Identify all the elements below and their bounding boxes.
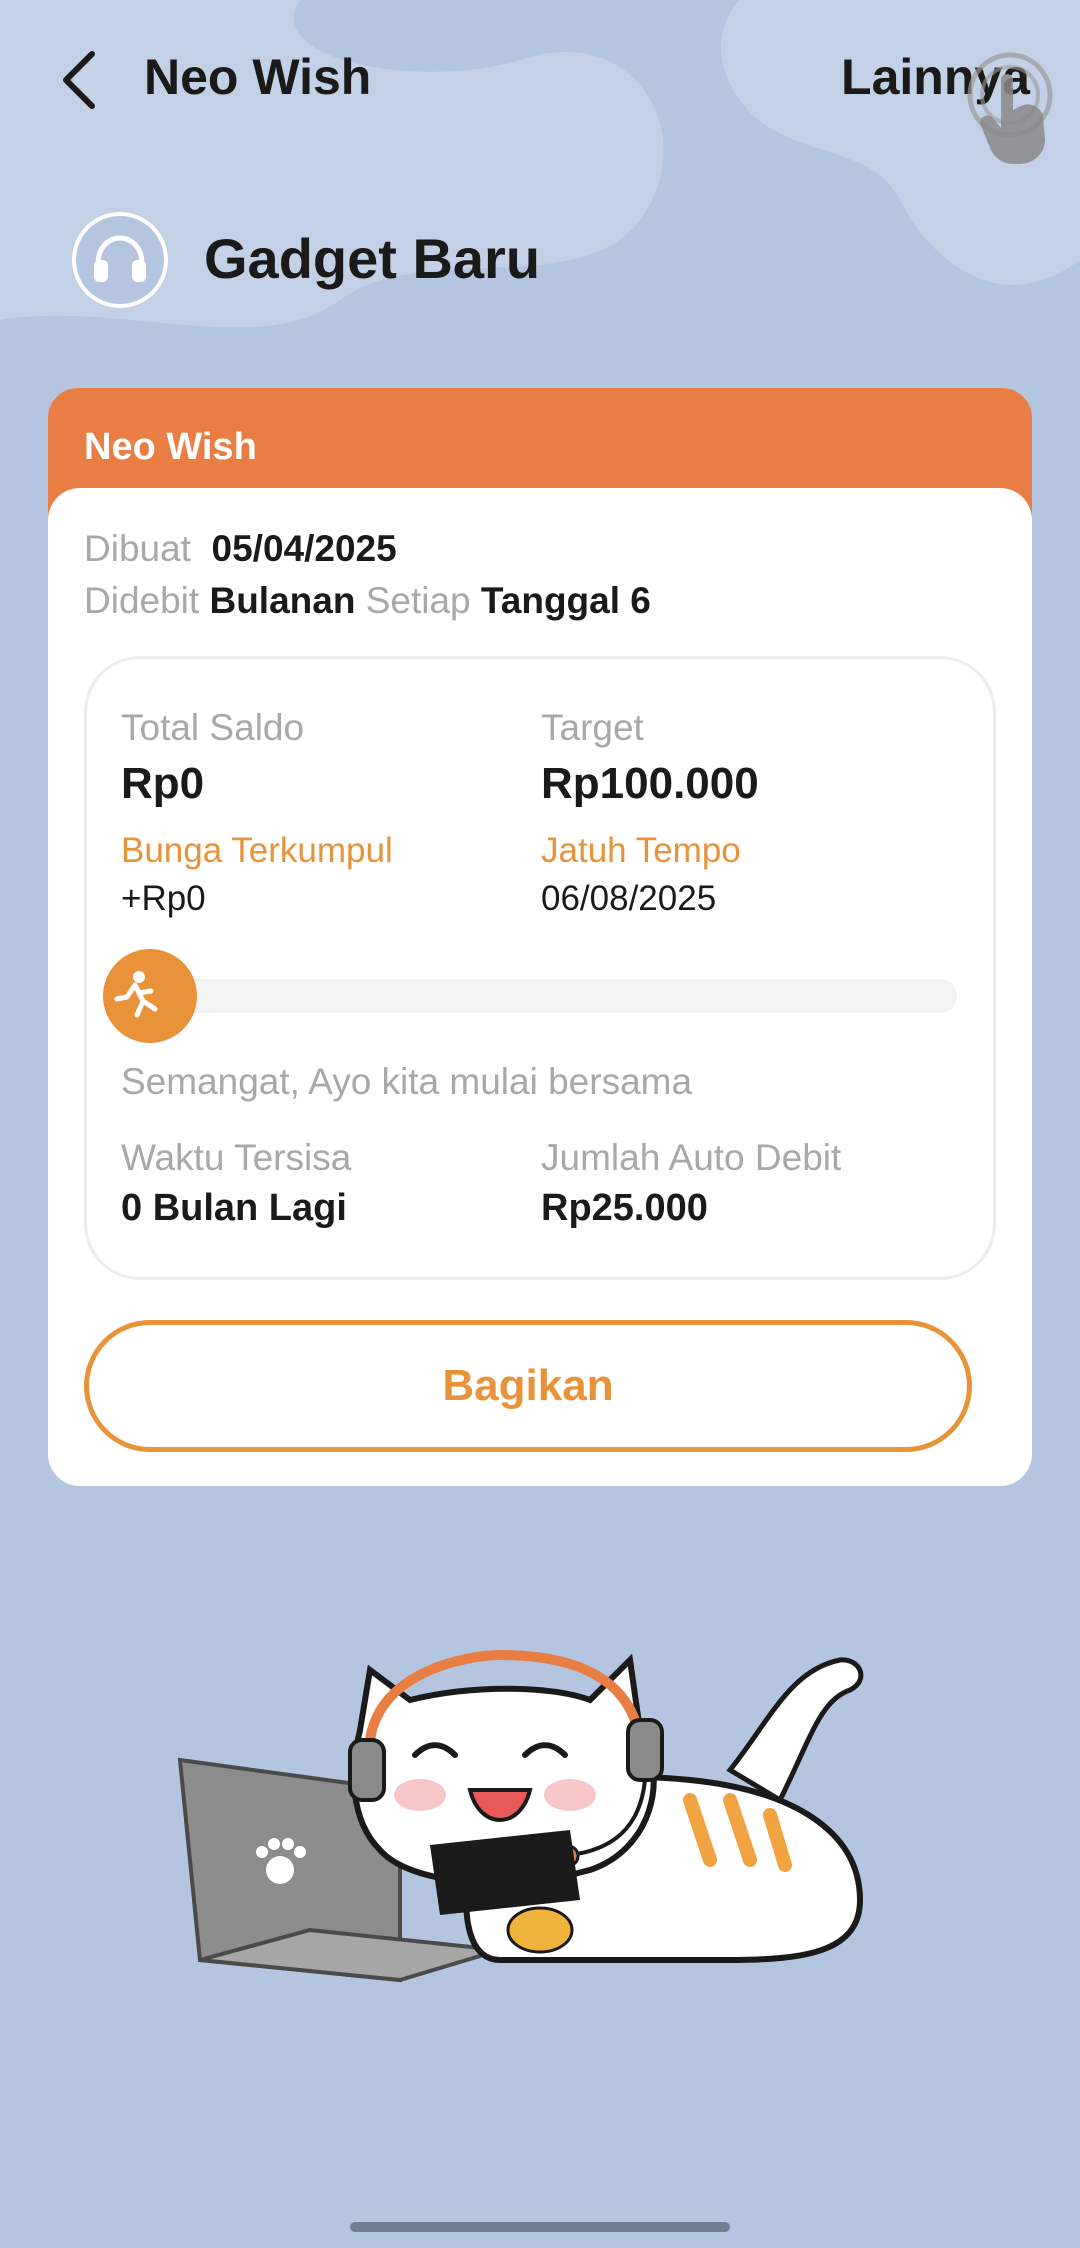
back-arrow-icon xyxy=(63,51,95,109)
card-header-label: Neo Wish xyxy=(84,426,257,468)
created-value: 05/04/2025 xyxy=(211,528,397,569)
top-bar: Neo Wish Lainnya xyxy=(0,0,1080,164)
goal-title: Gadget Baru xyxy=(204,227,541,290)
headphones-icon xyxy=(94,235,146,282)
auto-debit-value: Rp25.000 xyxy=(541,1187,708,1229)
savings-summary: Total Saldo Rp0 Target Rp100.000 Bunga T… xyxy=(84,656,996,1280)
progress-indicator xyxy=(103,949,197,1043)
due-date-value: 06/08/2025 xyxy=(541,879,717,918)
every-label: Setiap xyxy=(365,580,471,621)
card-body: Dibuat 05/04/2025 Didebit Bulanan Setiap… xyxy=(48,488,1032,1486)
motivation-text: Semangat, Ayo kita mulai bersama xyxy=(121,1061,693,1102)
time-left-value: 0 Bulan Lagi xyxy=(121,1187,347,1229)
wish-card: Neo Wish Dibuat 05/04/2025 Didebit Bulan… xyxy=(48,388,1032,1486)
runner-icon xyxy=(114,971,158,1018)
progress-track xyxy=(157,979,957,1013)
goal-avatar xyxy=(72,212,168,308)
page-title: Neo Wish xyxy=(144,49,372,105)
interest-value: +Rp0 xyxy=(121,879,206,918)
time-left-label: Waktu Tersisa xyxy=(121,1137,352,1178)
interest-label: Bunga Terkumpul xyxy=(121,831,393,870)
debit-schedule-row: Didebit Bulanan Setiap Tanggal 6 xyxy=(84,580,651,622)
every-value: Tanggal 6 xyxy=(480,580,651,621)
total-balance-label: Total Saldo xyxy=(121,707,305,748)
target-label: Target xyxy=(541,707,644,748)
cat-mascot-illustration xyxy=(177,1649,864,1983)
auto-debit-label: Jumlah Auto Debit xyxy=(541,1137,842,1178)
due-date-label: Jatuh Tempo xyxy=(541,831,741,870)
debited-value: Bulanan xyxy=(209,580,356,621)
created-row: Dibuat 05/04/2025 xyxy=(84,528,397,570)
debited-label: Didebit xyxy=(84,580,200,621)
tap-hand-icon xyxy=(967,52,1053,164)
share-button[interactable]: Bagikan xyxy=(84,1320,972,1452)
home-indicator[interactable] xyxy=(350,2222,730,2232)
back-button[interactable] xyxy=(48,44,108,116)
total-balance-value: Rp0 xyxy=(121,759,205,808)
target-value: Rp100.000 xyxy=(541,759,759,808)
created-label: Dibuat xyxy=(84,528,191,569)
